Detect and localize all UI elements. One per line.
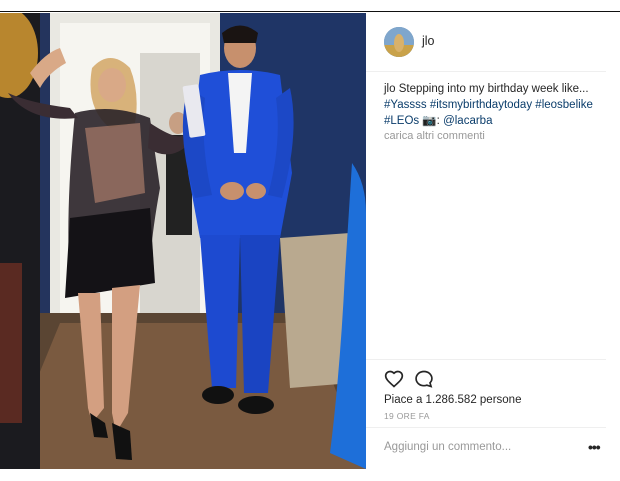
more-options-icon[interactable]: •••: [588, 439, 601, 455]
caption-text: Stepping into my birthday week like...: [395, 83, 589, 95]
post-panel: jlo jlo Stepping into my birthday week l…: [366, 13, 620, 469]
caption-username[interactable]: jlo: [384, 83, 396, 95]
load-more-comments[interactable]: carica altri commenti: [384, 130, 485, 142]
heart-outline-icon[interactable]: [384, 369, 404, 389]
bottom-margin: [0, 469, 620, 481]
camera-credit: 📷:: [419, 115, 444, 127]
mention-link[interactable]: @lacarba: [443, 115, 492, 127]
avatar[interactable]: [384, 27, 414, 57]
username[interactable]: jlo: [422, 34, 435, 48]
post-caption: jlo Stepping into my birthday week like.…: [384, 81, 596, 129]
comment-input[interactable]: Aggiungi un commento...: [384, 441, 511, 453]
post-time: 19 ORE FA: [384, 411, 430, 421]
hashtag[interactable]: #LEOs: [384, 115, 419, 127]
post-header: jlo: [366, 13, 606, 72]
top-border: [0, 0, 620, 12]
hashtag[interactable]: #leosbelike: [535, 99, 593, 111]
comment-divider: [366, 427, 606, 428]
hashtag[interactable]: #itsmybirthdaytoday: [430, 99, 532, 111]
post-photo[interactable]: [0, 13, 366, 469]
hashtag[interactable]: #Yassss: [384, 99, 427, 111]
comment-bubble-icon[interactable]: [414, 369, 434, 389]
actions-divider: [366, 359, 606, 361]
likes-count[interactable]: Piace a 1.286.582 persone: [384, 394, 521, 406]
